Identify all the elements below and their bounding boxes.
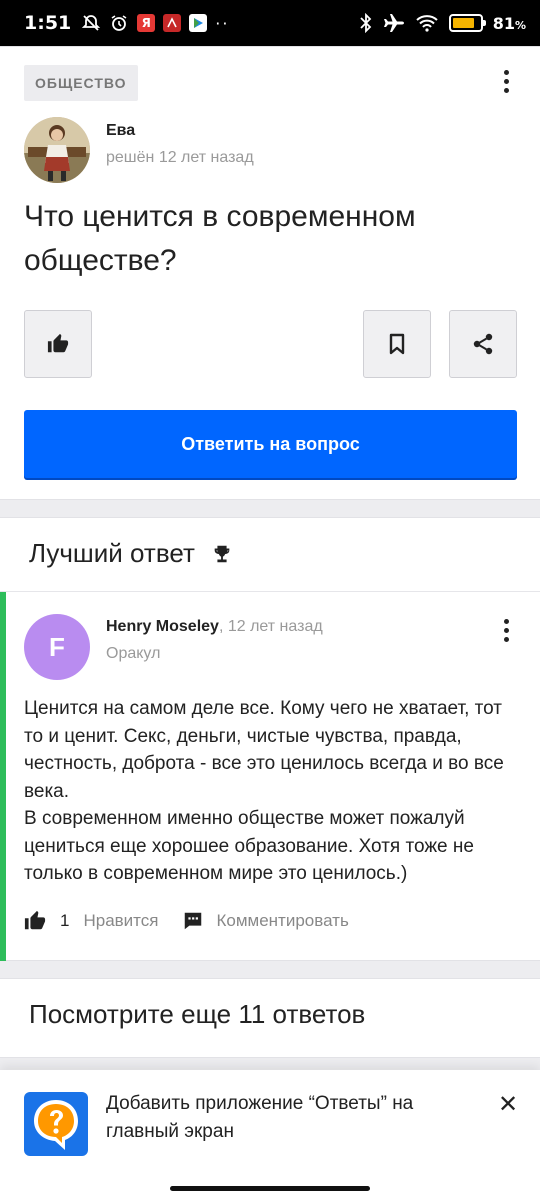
- question-title: Что ценится в современном обществе?: [24, 200, 416, 277]
- best-answer-title: Лучший ответ: [29, 538, 195, 568]
- bookmark-button[interactable]: [363, 310, 431, 378]
- bookmark-icon: [389, 333, 405, 355]
- divider: [0, 591, 540, 592]
- install-banner-text: Добавить приложение “Ответы” на главный …: [106, 1093, 414, 1142]
- question-status: решён 12 лет назад: [106, 149, 254, 166]
- answer-time: , 12 лет назад: [218, 618, 323, 635]
- answer-author-rank: Оракул: [106, 645, 161, 662]
- best-answer-card: Лучший ответ F Henry Moseley, 12 лет наз…: [0, 517, 540, 961]
- comment-icon[interactable]: [182, 910, 204, 932]
- wifi-icon: [415, 13, 439, 33]
- bell-muted-icon: [81, 13, 101, 33]
- answer-text: Ценится на самом деле все. Кому чего не …: [24, 698, 504, 884]
- status-system-icons: 81%: [359, 13, 526, 33]
- news-app-icon: [163, 14, 182, 32]
- question-card: ОБЩЕСТВО Ева решён 12 лет назад Что цени…: [0, 46, 540, 500]
- answer-actions: 1 Нравится Комментировать: [24, 910, 349, 932]
- play-store-icon: [189, 14, 208, 32]
- status-time: 1:51: [24, 12, 72, 34]
- like-count: 1: [60, 911, 70, 930]
- yandex-app-icon: Я: [137, 14, 156, 32]
- share-button[interactable]: [449, 310, 517, 378]
- avatar[interactable]: [24, 117, 90, 183]
- answers-app-logo: [24, 1092, 88, 1156]
- like-question-button[interactable]: [24, 310, 92, 378]
- airplane-mode-icon: [383, 13, 405, 33]
- question-menu-icon[interactable]: [494, 65, 518, 97]
- best-answer-accent-bar: [0, 592, 6, 961]
- more-answers-card[interactable]: Посмотрите еще 11 ответов: [0, 978, 540, 1058]
- thumbs-up-icon[interactable]: [24, 910, 46, 932]
- answer-question-button[interactable]: Ответить на вопрос: [24, 410, 517, 478]
- battery-fill: [452, 18, 474, 28]
- more-answers-title[interactable]: Посмотрите еще 11 ответов: [29, 999, 365, 1030]
- home-indicator[interactable]: [170, 1186, 370, 1191]
- battery-icon: [448, 14, 486, 32]
- share-icon: [473, 333, 493, 355]
- more-notifications-icon: ··: [215, 13, 230, 33]
- like-button[interactable]: Нравится: [83, 911, 158, 931]
- trophy-icon: [214, 545, 230, 562]
- avatar[interactable]: F: [24, 614, 90, 680]
- battery-percent: 81%: [492, 13, 526, 33]
- category-badge[interactable]: ОБЩЕСТВО: [24, 65, 138, 101]
- close-icon[interactable]: ✕: [496, 1091, 520, 1118]
- answer-menu-icon[interactable]: [494, 614, 518, 646]
- status-notification-icons: Я ··: [81, 13, 229, 33]
- status-bar: 1:51 Я ·· 81%: [0, 0, 540, 46]
- author-name[interactable]: Ева: [106, 122, 135, 140]
- answer-author-name[interactable]: Henry Moseley: [106, 618, 219, 635]
- alarm-icon: [109, 13, 129, 33]
- answer-author: Henry Moseley, 12 лет назад: [106, 618, 323, 636]
- comment-button[interactable]: Комментировать: [216, 911, 348, 931]
- install-app-banner[interactable]: Добавить приложение “Ответы” на главный …: [0, 1070, 540, 1200]
- thumbs-up-icon: [47, 333, 69, 353]
- bluetooth-icon: [359, 13, 373, 33]
- best-answer-header: Лучший ответ: [29, 538, 233, 569]
